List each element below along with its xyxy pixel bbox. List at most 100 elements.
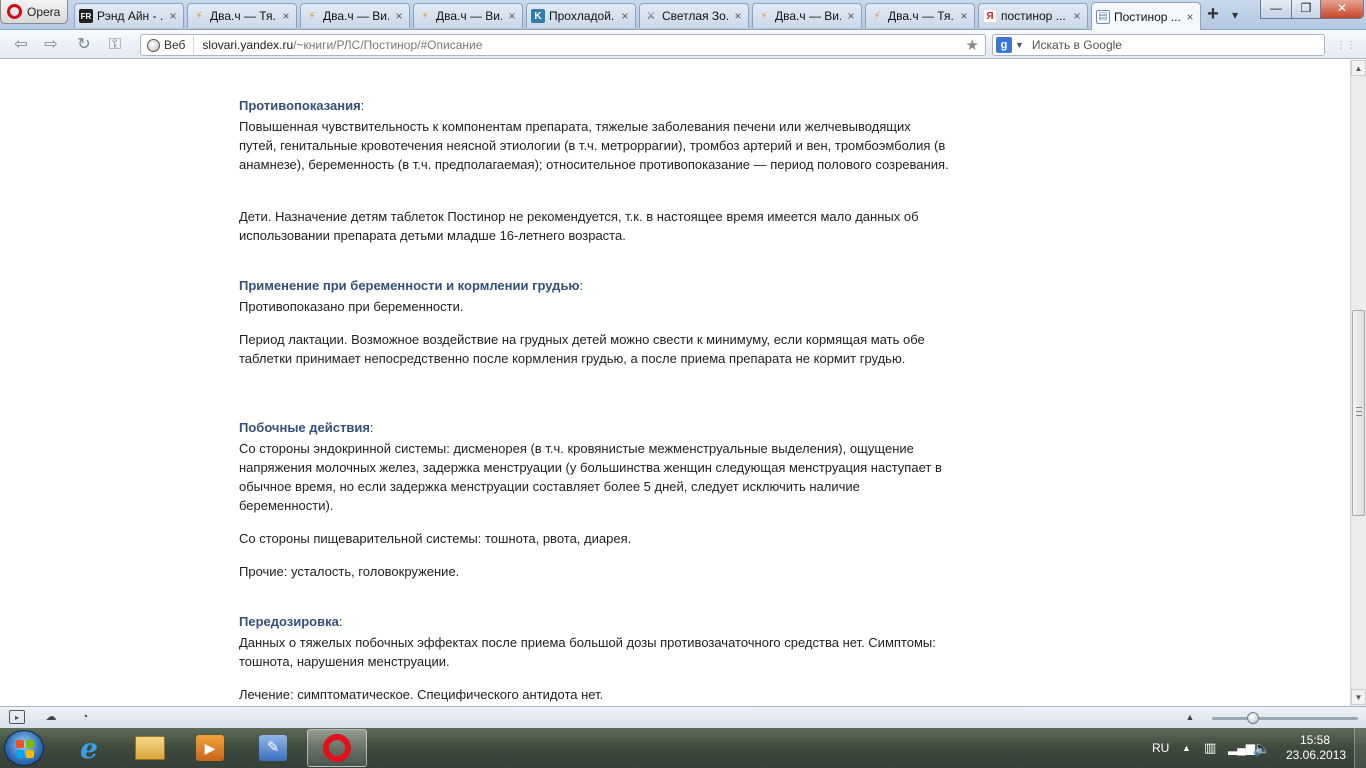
section-heading-side-effects: Побочные действия: <box>239 420 374 435</box>
signal-bars-icon[interactable]: ▂▄▆ <box>1228 728 1255 768</box>
bolt-icon: ⚡ <box>308 10 316 22</box>
folder-icon <box>135 736 165 760</box>
tab-5[interactable]: ⚔ Светлая Зо... × <box>639 3 749 28</box>
close-icon[interactable]: × <box>506 9 518 23</box>
status-bar: ▸ ☁ ◔ ▲ <box>0 706 1366 728</box>
language-indicator[interactable]: RU <box>1152 728 1169 768</box>
reload-button[interactable]: ↻ <box>73 35 95 55</box>
page-icon: ▤ <box>1096 9 1110 24</box>
opera-menu-button[interactable]: Opera <box>0 0 68 24</box>
scroll-grip-icon <box>1356 407 1362 416</box>
tab-title: Два.ч — Тя... <box>210 9 276 23</box>
show-desktop-button[interactable] <box>1354 728 1366 768</box>
close-window-button[interactable]: ✕ <box>1320 0 1364 19</box>
tab-1[interactable]: ⚡ Два.ч — Тя... × <box>187 3 297 28</box>
taskbar-explorer[interactable] <box>120 729 180 767</box>
paragraph: Данных о тяжелых побочных эффектах после… <box>239 635 936 669</box>
google-icon[interactable]: g <box>996 37 1012 53</box>
taskbar-internet-explorer[interactable]: e <box>59 729 119 767</box>
address-toolbar: ⇦ ⇨ ↻ ⚿ Веб slovari.yandex.ru/~книги/РЛС… <box>0 30 1366 59</box>
tab-bar: Opera FR Рэнд Айн - ... × ⚡ Два.ч — Тя..… <box>0 0 1366 30</box>
internet-explorer-icon: e <box>80 731 98 765</box>
taskbar-paint[interactable]: ✎ <box>243 729 303 767</box>
panel-toggle-icon[interactable]: ▸ <box>9 710 25 724</box>
tab-3[interactable]: ⚡ Два.ч — Ви... × <box>413 3 523 28</box>
close-icon[interactable]: × <box>393 9 405 23</box>
paragraph: Прочие: усталость, головокружение. <box>239 564 460 579</box>
scroll-up-arrow-icon[interactable]: ▲ <box>1351 60 1366 76</box>
tray-expand-chevron-icon[interactable]: ▲ <box>1182 728 1191 768</box>
paragraph: Период лактации. Возможное воздействие н… <box>239 332 925 366</box>
tab-title: Два.ч — Ви... <box>436 9 502 23</box>
close-icon[interactable]: × <box>280 9 292 23</box>
search-placeholder: Искать в Google <box>1031 38 1122 52</box>
sword-icon: ⚔ <box>646 10 656 22</box>
new-tab-button[interactable]: + <box>1200 4 1226 25</box>
zoom-slider-handle[interactable] <box>1247 712 1259 724</box>
taskbar-opera[interactable] <box>307 729 367 767</box>
paragraph: Со стороны пищеварительной системы: тошн… <box>239 531 632 546</box>
yandex-icon: Я <box>983 9 997 23</box>
section-title: Противопоказания <box>239 98 361 113</box>
start-button[interactable] <box>4 730 44 766</box>
clock-time: 15:58 <box>1299 733 1331 747</box>
bookmark-star-icon[interactable]: ★ <box>966 36 979 54</box>
section-title: Передозировка <box>239 614 339 629</box>
close-icon[interactable]: × <box>958 9 970 23</box>
opera-icon <box>323 734 351 762</box>
tab-title: Прохладой... <box>549 9 615 23</box>
close-icon[interactable]: × <box>845 9 857 23</box>
close-icon[interactable]: × <box>732 9 744 23</box>
bolt-icon: ⚡ <box>421 10 429 22</box>
paragraph: Дети. Назначение детям таблеток Постинор… <box>239 209 919 243</box>
section-heading-pregnancy: Применение при беременности и кормлении … <box>239 278 584 293</box>
opera-menu-label: Opera <box>27 4 61 19</box>
fr-icon: FR <box>79 9 93 23</box>
vertical-scrollbar[interactable]: ▲ ▼ <box>1350 60 1366 706</box>
network-tray-icon[interactable]: ▥ <box>1204 728 1216 768</box>
cloud-icon[interactable]: ☁ <box>43 710 59 724</box>
forward-button[interactable]: ⇨ <box>40 35 62 55</box>
minimize-button[interactable]: — <box>1260 0 1292 19</box>
tab-title: Светлая Зо... <box>662 9 728 23</box>
taskbar-media-player[interactable]: ▶ <box>180 729 240 767</box>
key-icon[interactable]: ⚿ <box>104 35 126 55</box>
url-path: /~книги/РЛС/Постинор/#Описание <box>293 38 483 52</box>
toolbar-grip-icon: ⋮⋮ <box>1336 40 1356 51</box>
tab-4[interactable]: K Прохладой... × <box>526 3 636 28</box>
tab-title: Постинор ... <box>1114 9 1180 24</box>
tab-title: постинор ... <box>1001 9 1066 23</box>
scroll-down-arrow-icon[interactable]: ▼ <box>1351 689 1366 705</box>
tab-9-active[interactable]: ▤ Постинор ... × <box>1091 2 1201 30</box>
close-icon[interactable]: × <box>167 9 179 23</box>
url-text[interactable]: slovari.yandex.ru/~книги/РЛС/Постинор/#О… <box>194 38 482 52</box>
search-field[interactable]: g ▼ Искать в Google <box>992 34 1325 56</box>
tab-title: Два.ч — Ви... <box>775 9 841 23</box>
back-button[interactable]: ⇦ <box>10 35 32 55</box>
address-field[interactable]: Веб slovari.yandex.ru/~книги/РЛС/Постино… <box>140 34 986 56</box>
turbo-gauge-icon[interactable]: ◔ <box>77 710 93 724</box>
search-engine-chevron-icon[interactable]: ▼ <box>1015 40 1024 50</box>
tab-0[interactable]: FR Рэнд Айн - ... × <box>74 3 184 28</box>
media-player-icon: ▶ <box>196 735 224 761</box>
tab-title: Рэнд Айн - ... <box>97 9 163 23</box>
bolt-icon: ⚡ <box>760 10 768 22</box>
tab-6[interactable]: ⚡ Два.ч — Ви... × <box>752 3 862 28</box>
zoom-slider[interactable] <box>1212 717 1358 720</box>
web-badge[interactable]: Веб <box>141 35 195 55</box>
close-icon[interactable]: × <box>619 9 631 23</box>
system-clock[interactable]: 15:58 23.06.2013 <box>1286 733 1346 763</box>
maximize-button[interactable]: ❐ <box>1291 0 1321 19</box>
tab-menu-chevron-icon[interactable]: ▾ <box>1232 8 1238 22</box>
paint-icon: ✎ <box>259 735 287 761</box>
scrollbar-thumb[interactable] <box>1352 310 1365 516</box>
view-options-chevron-icon[interactable]: ▲ <box>1182 710 1198 724</box>
tab-2[interactable]: ⚡ Два.ч — Ви... × <box>300 3 410 28</box>
close-icon[interactable]: × <box>1071 9 1083 23</box>
volume-icon[interactable]: 🔈 <box>1253 728 1270 768</box>
close-icon[interactable]: × <box>1184 10 1196 24</box>
tab-8[interactable]: Я постинор ... × <box>978 3 1088 28</box>
url-domain: slovari.yandex.ru <box>202 38 294 52</box>
paragraph: Лечение: симптоматическое. Специфическог… <box>239 687 604 702</box>
tab-7[interactable]: ⚡ Два.ч — Тя... × <box>865 3 975 28</box>
